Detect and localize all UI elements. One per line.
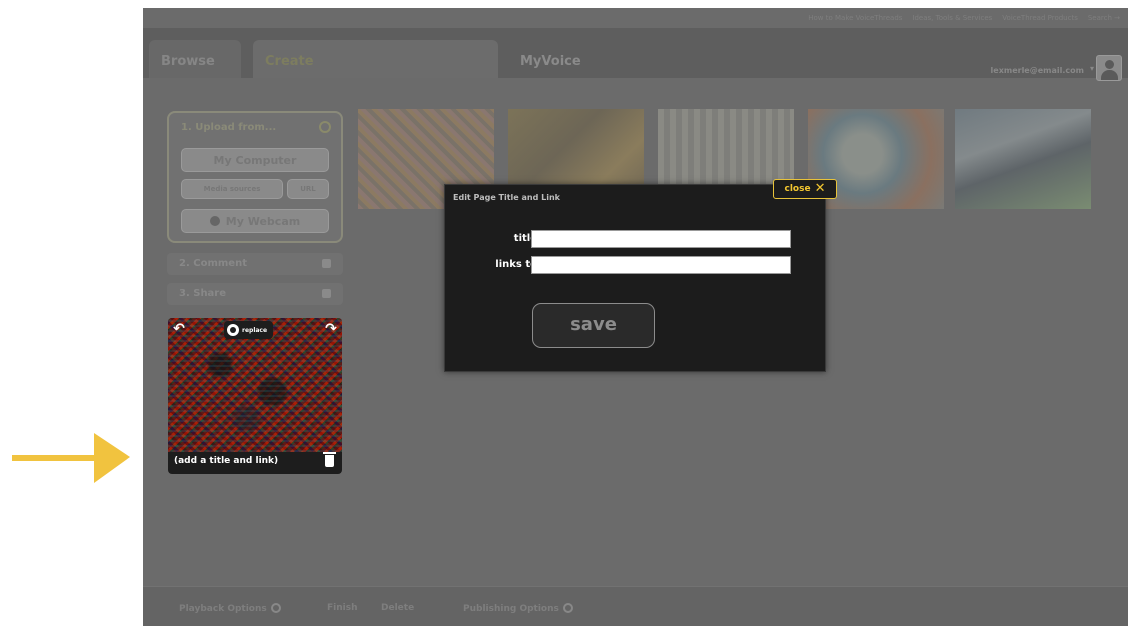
edit-title-link-dialog: Edit Page Title and Link close ✕ title: …	[444, 179, 837, 372]
rotate-right-icon[interactable]: ↷	[323, 321, 339, 337]
add-title-link[interactable]: (add a title and link)	[174, 456, 278, 466]
url-button[interactable]: URL	[287, 179, 329, 199]
publishing-options-button[interactable]: Publishing Options	[463, 603, 573, 614]
rotate-left-icon[interactable]: ↶	[171, 321, 187, 337]
tab-create[interactable]: Create	[253, 40, 498, 78]
replace-button[interactable]: replace	[224, 321, 274, 339]
topbar-link-search[interactable]: Search →	[1088, 14, 1120, 22]
title-input[interactable]	[531, 230, 791, 248]
share-icon	[322, 289, 331, 298]
screenshot-stage: How to Make VoiceThreads Ideas, Tools & …	[0, 0, 1128, 626]
links-to-input[interactable]	[531, 256, 791, 274]
webcam-icon	[209, 216, 220, 226]
step-share-label: 3. Share	[179, 288, 227, 299]
topbar-link-ideas[interactable]: Ideas, Tools & Services	[912, 14, 992, 22]
topbar-link-products[interactable]: VoiceThread Products	[1002, 14, 1078, 22]
playback-options-button[interactable]: Playback Options	[179, 603, 281, 614]
gear-icon	[562, 603, 573, 613]
my-webcam-label: My Webcam	[225, 215, 301, 228]
plus-circle-icon	[319, 121, 331, 133]
upload-panel-title: 1. Upload from...	[181, 122, 277, 133]
finish-button[interactable]: Finish	[327, 603, 358, 613]
upload-panel: 1. Upload from... My Computer Media sour…	[167, 111, 343, 243]
microphone-icon	[322, 259, 331, 268]
close-icon: ✕	[814, 181, 826, 196]
top-links-bar: How to Make VoiceThreads Ideas, Tools & …	[143, 8, 1128, 28]
step-comment-label: 2. Comment	[179, 258, 247, 269]
main-tabs-bar: Browse Create MyVoice lexmerle@email.com…	[143, 28, 1128, 81]
gear-icon	[270, 603, 281, 613]
step-share[interactable]: 3. Share	[167, 283, 343, 305]
title-field-label: title:	[513, 233, 541, 244]
user-avatar-icon[interactable]	[1096, 55, 1122, 81]
topbar-link-how-to[interactable]: How to Make VoiceThreads	[808, 14, 902, 22]
playback-options-label: Playback Options	[179, 604, 267, 614]
user-menu-chevron-down-icon[interactable]: ▾	[1090, 64, 1094, 73]
step-comment[interactable]: 2. Comment	[167, 253, 343, 275]
dialog-title: Edit Page Title and Link	[453, 193, 560, 202]
trash-icon[interactable]	[323, 452, 336, 467]
close-button[interactable]: close ✕	[773, 179, 837, 199]
my-webcam-button[interactable]: My Webcam	[181, 209, 329, 233]
my-computer-button[interactable]: My Computer	[181, 148, 329, 172]
page-thumbnail[interactable]	[955, 109, 1091, 209]
close-label: close	[784, 184, 811, 194]
replace-label: replace	[242, 326, 268, 334]
links-to-field-label: links to:	[495, 259, 541, 270]
delete-button[interactable]: Delete	[381, 603, 414, 613]
user-email[interactable]: lexmerle@email.com	[991, 66, 1084, 75]
replace-icon	[227, 324, 239, 336]
media-sources-button[interactable]: Media sources	[181, 179, 283, 199]
tab-myvoice[interactable]: MyVoice	[508, 40, 628, 78]
publishing-options-label: Publishing Options	[463, 604, 559, 614]
tab-browse[interactable]: Browse	[149, 40, 241, 78]
pointer-arrow-icon	[12, 433, 130, 483]
current-page-card: ↶ replace ↷ (add a title and link)	[168, 318, 342, 474]
bottom-toolbar: Playback Options Finish Delete Publishin…	[143, 586, 1128, 626]
save-button[interactable]: save	[532, 303, 655, 348]
